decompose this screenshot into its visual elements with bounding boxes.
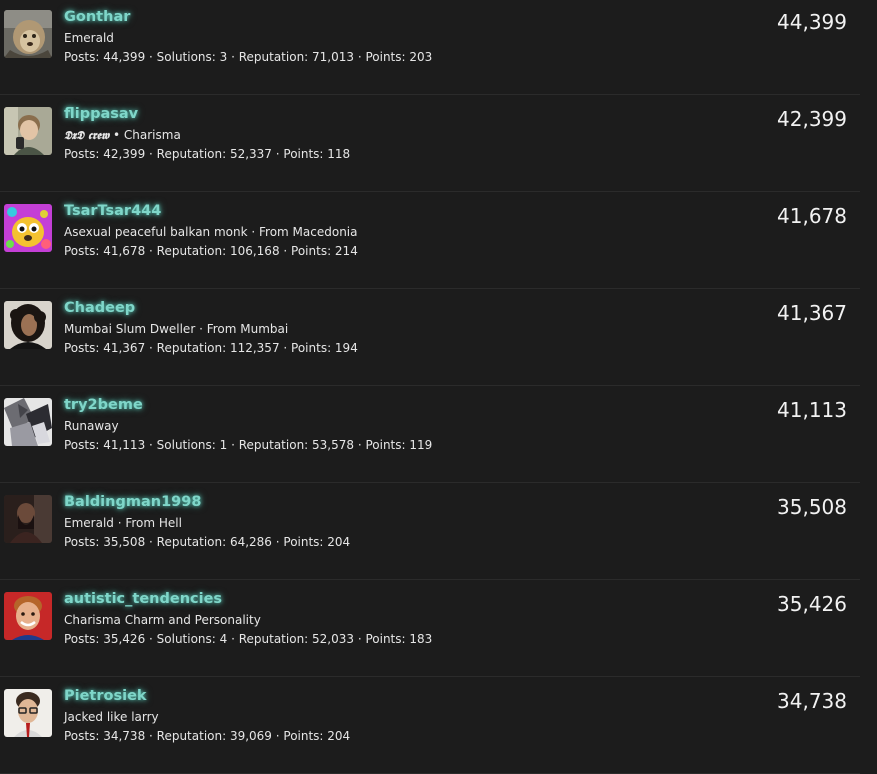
username-link[interactable]: TsarTsar444 (64, 203, 161, 219)
user-title-text: Emerald (64, 31, 114, 45)
post-count: 44,399 (777, 10, 847, 34)
anime-avatar-icon[interactable] (4, 398, 52, 446)
user-title: Mumbai Slum Dweller · From Mumbai (64, 322, 288, 336)
member-row: flippasav 𝕯𝖝𝕯 𝖈𝖗𝖊𝖜 • Charisma Posts: 42,… (0, 95, 860, 192)
post-count: 41,678 (777, 204, 847, 228)
user-title: Asexual peaceful balkan monk · From Mace… (64, 225, 357, 239)
user-title: Emerald · From Hell (64, 516, 182, 530)
username-link[interactable]: flippasav (64, 106, 138, 122)
post-count: 41,113 (777, 398, 847, 422)
user-stats: Posts: 41,678 · Reputation: 106,168 · Po… (64, 244, 358, 258)
username-link[interactable]: Baldingman1998 (64, 494, 201, 510)
user-title-text: Emerald · From Hell (64, 516, 182, 530)
member-row: autistic_tendencies Charisma Charm and P… (0, 580, 860, 677)
user-title-text: Asexual peaceful balkan monk · From Mace… (64, 225, 358, 239)
member-row: TsarTsar444 Asexual peaceful balkan monk… (0, 192, 860, 289)
user-title: 𝕯𝖝𝕯 𝖈𝖗𝖊𝖜 • Charisma (64, 128, 181, 143)
username-link[interactable]: Pietrosiek (64, 688, 147, 704)
cartoon-dog-avatar-icon[interactable] (4, 204, 52, 252)
member-list: Gonthar Emerald Posts: 44,399 · Solution… (0, 0, 877, 774)
post-count: 34,738 (777, 689, 847, 713)
user-title: Runaway (64, 419, 119, 433)
username-link[interactable]: autistic_tendencies (64, 591, 222, 607)
username-link[interactable]: Gonthar (64, 9, 130, 25)
user-title-text: Charisma Charm and Personality (64, 613, 261, 627)
smiling-man-avatar-icon[interactable] (4, 592, 52, 640)
curly-hair-avatar-icon[interactable] (4, 301, 52, 349)
user-stats: Posts: 34,738 · Reputation: 39,069 · Poi… (64, 729, 351, 743)
user-title-text: Mumbai Slum Dweller · From Mumbai (64, 322, 289, 336)
user-title-text: Runaway (64, 419, 119, 433)
username-link[interactable]: try2beme (64, 397, 143, 413)
post-count: 41,367 (777, 301, 847, 325)
post-count: 35,426 (777, 592, 847, 616)
user-stats: Posts: 35,508 · Reputation: 64,286 · Poi… (64, 535, 351, 549)
selfie-avatar-icon[interactable] (4, 107, 52, 155)
user-stats: Posts: 44,399 · Solutions: 3 · Reputatio… (64, 50, 433, 64)
user-title: Jacked like larry (64, 710, 159, 724)
user-banner-title: 𝕯𝖝𝕯 𝖈𝖗𝖊𝖜 (64, 128, 110, 142)
user-stats: Posts: 42,399 · Reputation: 52,337 · Poi… (64, 147, 351, 161)
dark-figure-avatar-icon[interactable] (4, 495, 52, 543)
post-count: 35,508 (777, 495, 847, 519)
username-link[interactable]: Chadeep (64, 300, 135, 316)
user-stats: Posts: 41,367 · Reputation: 112,357 · Po… (64, 341, 358, 355)
user-stats: Posts: 41,113 · Solutions: 1 · Reputatio… (64, 438, 433, 452)
member-row: Chadeep Mumbai Slum Dweller · From Mumba… (0, 289, 860, 386)
user-title: Charisma Charm and Personality (64, 613, 261, 627)
user-title-text: • Charisma (109, 128, 181, 142)
member-row: Gonthar Emerald Posts: 44,399 · Solution… (0, 0, 860, 95)
user-title-text: Jacked like larry (64, 710, 159, 724)
glasses-man-avatar-icon[interactable] (4, 689, 52, 737)
member-row: Pietrosiek Jacked like larry Posts: 34,7… (0, 677, 860, 774)
post-count: 42,399 (777, 107, 847, 131)
user-stats: Posts: 35,426 · Solutions: 4 · Reputatio… (64, 632, 433, 646)
lion-avatar-icon[interactable] (4, 10, 52, 58)
member-row: try2beme Runaway Posts: 41,113 · Solutio… (0, 386, 860, 483)
user-title: Emerald (64, 31, 114, 45)
member-row: Baldingman1998 Emerald · From Hell Posts… (0, 483, 860, 580)
